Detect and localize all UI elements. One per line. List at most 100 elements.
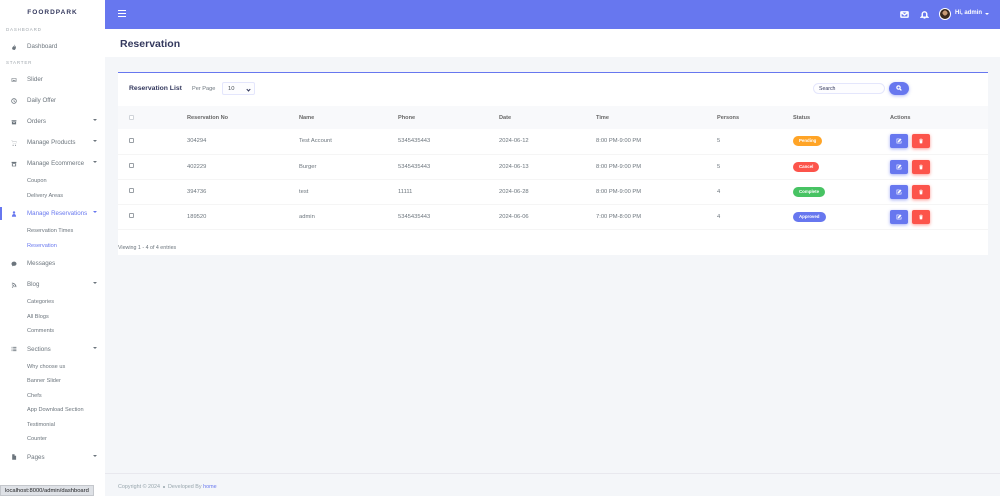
- sidebar-item-label: Sections: [27, 345, 51, 353]
- footer-text: Copyright © 2024 Developed By home: [118, 484, 217, 490]
- sidebar-item-blog[interactable]: Blog: [0, 274, 105, 295]
- sidebar-subitem-delivery-areas[interactable]: Delivery Areas: [0, 189, 105, 204]
- caret-down-icon[interactable]: [985, 12, 989, 15]
- persons: 5: [717, 163, 721, 170]
- edit-button[interactable]: [890, 209, 908, 224]
- delete-button[interactable]: [912, 134, 930, 149]
- sidebar-subitem-categories[interactable]: Categories: [0, 295, 105, 310]
- sidebar-item-orders[interactable]: Orders: [0, 111, 105, 132]
- envelope-icon[interactable]: [900, 10, 909, 19]
- sidebar-item-manage-products[interactable]: Manage Products: [0, 132, 105, 153]
- sidebar-subitem-why-choose-us[interactable]: Why choose us: [0, 360, 105, 375]
- sidebar-item-slider[interactable]: Slider: [0, 69, 105, 90]
- phone: 11111: [398, 188, 413, 195]
- sidebar-item-pages[interactable]: Pages: [0, 447, 105, 468]
- table-row: 394736 test 11111 2024-06-28 8:00 PM-9:00 PM…: [118, 179, 988, 204]
- delete-button[interactable]: [912, 159, 930, 174]
- reservation-icon: [10, 210, 18, 218]
- status-badge: Approved: [793, 211, 826, 222]
- list-icon: [10, 345, 18, 353]
- sidebar-subitem-testimonial[interactable]: Testimonial: [0, 418, 105, 433]
- edit-icon: [896, 188, 902, 194]
- sidebar-subitem-app-download-section[interactable]: App Download Section: [0, 403, 105, 418]
- column-header: Actions: [890, 114, 911, 121]
- sidebar-item-label: Orders: [27, 118, 46, 125]
- per-page-select[interactable]: 10: [222, 82, 255, 95]
- date: 2024-06-13: [499, 163, 529, 170]
- sidebar-item-sections[interactable]: Sections: [0, 339, 105, 360]
- sidebar-item-label: Blog: [27, 281, 40, 288]
- clock-icon: [10, 97, 18, 105]
- hamburger-menu-icon[interactable]: [118, 10, 126, 18]
- edit-button[interactable]: [890, 184, 908, 199]
- pagination-info: Viewing 1 - 4 of 4 entries: [118, 245, 177, 251]
- column-header[interactable]: Status: [793, 106, 890, 129]
- column-header[interactable]: Name: [299, 106, 398, 129]
- sidebar-subitem-banner-slider[interactable]: Banner Slider: [0, 374, 105, 389]
- persons: 4: [717, 188, 721, 195]
- developed-by: Developed By: [168, 484, 202, 490]
- user-name[interactable]: Hi, admin: [955, 10, 982, 16]
- table-header-row: Reservation No Name Phone Date Time Pers…: [118, 106, 988, 129]
- sidebar-subitem-all-blogs[interactable]: All Blogs: [0, 310, 105, 325]
- sidebar-subitem-counter[interactable]: Counter: [0, 432, 105, 447]
- edit-button[interactable]: [890, 134, 908, 149]
- footer: Copyright © 2024 Developed By home: [105, 473, 1000, 496]
- sidebar-item-dashboard[interactable]: Dashboard: [0, 36, 105, 57]
- bell-icon[interactable]: [919, 10, 930, 19]
- persons: 4: [717, 213, 721, 220]
- column-header[interactable]: Reservation No: [187, 106, 299, 129]
- customer-name: test: [299, 188, 309, 195]
- trash-icon: [919, 189, 923, 194]
- sidebar-item-manage-reservations[interactable]: Manage Reservations: [0, 203, 105, 224]
- sidebar-item-messages[interactable]: Messages: [0, 253, 105, 274]
- chevron-down-icon: [93, 282, 97, 284]
- edit-icon: [896, 163, 902, 169]
- sidebar-subitem-reservation-times[interactable]: Reservation Times: [0, 224, 105, 239]
- delete-button[interactable]: [912, 184, 930, 199]
- table-body: 304294 Test Account 5345435443 2024-06-12 8:…: [118, 129, 988, 229]
- footer-home-link[interactable]: home: [203, 484, 217, 490]
- sidebar-subitem-chefs[interactable]: Chefs: [0, 389, 105, 404]
- select-all-checkbox[interactable]: [129, 114, 134, 120]
- customer-name: admin: [299, 213, 315, 220]
- sidebar-subitem-coupon[interactable]: Coupon: [0, 174, 105, 189]
- sidebar-subitem-reservation[interactable]: Reservation: [0, 239, 105, 254]
- reservation-no: 304294: [187, 138, 207, 145]
- sidebar-subitem-comments[interactable]: Comments: [0, 324, 105, 339]
- sidebar-item-daily-offer[interactable]: Daily Offer: [0, 90, 105, 111]
- box-icon: [10, 118, 18, 126]
- section-header: Reservation: [105, 29, 1000, 57]
- menu-header-dashboard: DASHBOARD: [6, 27, 42, 32]
- sidebar-item-label: Dashboard: [27, 43, 58, 50]
- search-input[interactable]: Search: [813, 83, 885, 94]
- per-page-label: Per Page: [192, 86, 216, 92]
- search-button[interactable]: [889, 81, 909, 95]
- column-header[interactable]: Phone: [398, 106, 499, 129]
- cart-icon: [10, 139, 18, 147]
- column-header[interactable]: Date: [499, 106, 596, 129]
- row-checkbox[interactable]: [129, 188, 134, 194]
- reservation-no: 394736: [187, 188, 207, 195]
- reservation-table: Reservation No Name Phone Date Time Pers…: [118, 106, 988, 230]
- phone: 5345435443: [398, 138, 431, 145]
- chevron-down-icon: [93, 211, 97, 213]
- brand-logo[interactable]: FOORDPARK: [0, 0, 105, 24]
- chevron-down-icon: [93, 346, 97, 349]
- column-header[interactable]: Time: [596, 106, 717, 129]
- sidebar: FOORDPARK DASHBOARD Dashboard STARTER Sl…: [0, 0, 105, 496]
- separator-dot: [163, 485, 166, 488]
- rss-icon: [10, 281, 18, 289]
- chevron-down-icon: [93, 140, 97, 142]
- table-row: 402229 Burger 5345435443 2024-06-13 8:00 PM-…: [118, 154, 988, 179]
- sidebar-item-manage-ecommerce[interactable]: Manage Ecommerce: [0, 153, 105, 174]
- row-checkbox[interactable]: [129, 213, 134, 219]
- edit-icon: [896, 138, 902, 144]
- column-header[interactable]: Persons: [717, 106, 793, 129]
- row-checkbox[interactable]: [129, 163, 134, 169]
- avatar[interactable]: [939, 8, 951, 20]
- edit-button[interactable]: [890, 159, 908, 174]
- row-checkbox[interactable]: [129, 138, 134, 144]
- fire-icon: [10, 43, 18, 51]
- delete-button[interactable]: [912, 209, 930, 224]
